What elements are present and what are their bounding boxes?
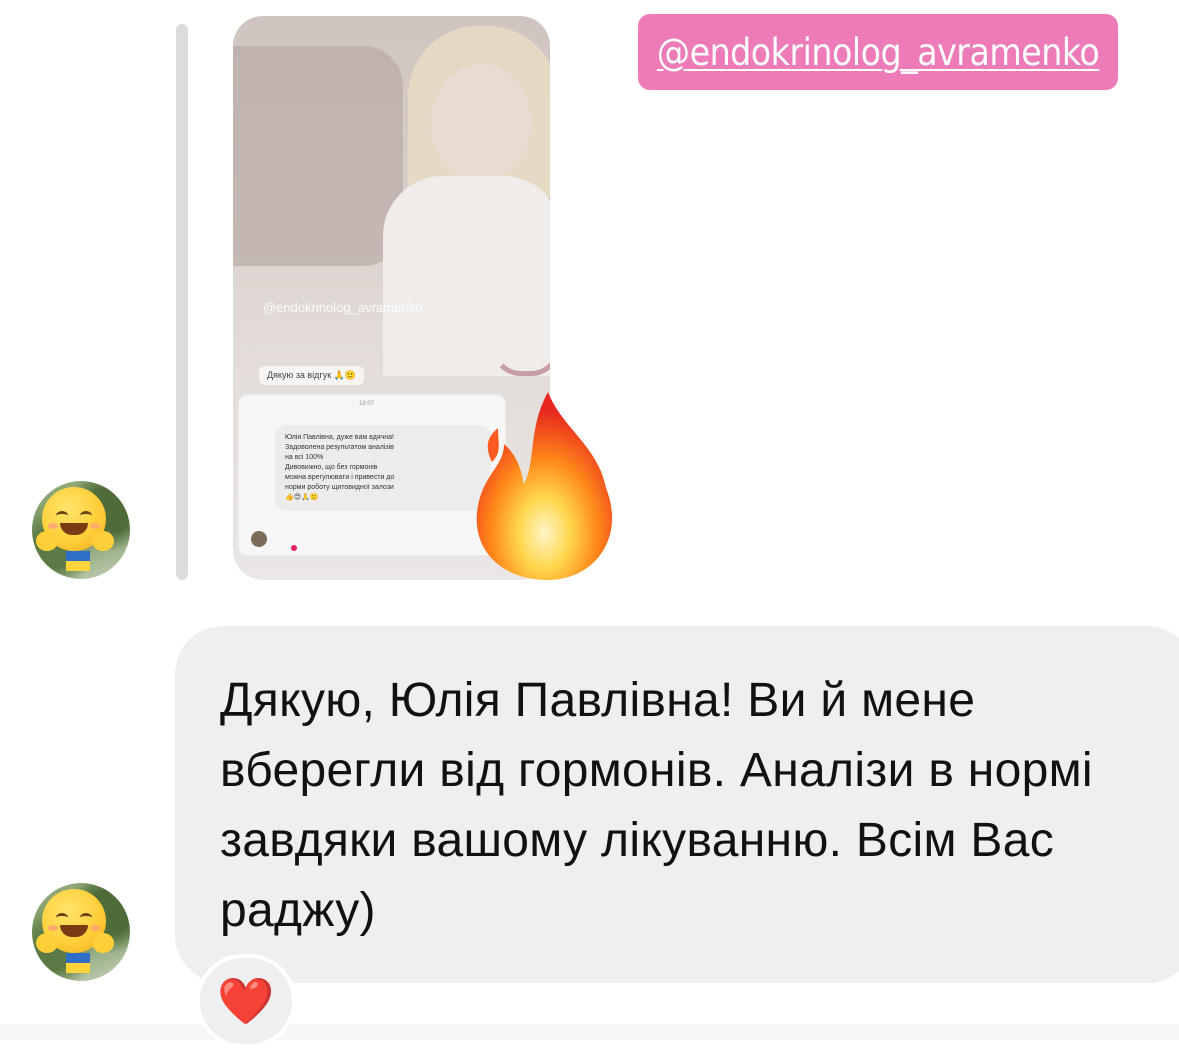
story-chat-screenshot: 18:07 Юлія Павлівна, дуже вам вдячна! За…: [238, 394, 506, 556]
story-mention-handle[interactable]: @endokrinolog_avramenko: [657, 31, 1100, 74]
message-text: Дякую, Юлія Павлівна! Ви й мене вберегли…: [220, 674, 1093, 937]
story-handle-text: @endokrinolog_avramenko: [263, 300, 423, 315]
reply-quote-line: [176, 24, 188, 580]
story-photo-stethoscope: [491, 186, 550, 376]
sender-avatar[interactable]: [32, 883, 130, 981]
story-chat-bubble: Юлія Павлівна, дуже вам вдячна! Задоволе…: [275, 425, 491, 511]
heart-icon: ❤️: [217, 975, 275, 1027]
story-chat-avatar: [251, 531, 267, 547]
message-bubble[interactable]: Дякую, Юлія Павлівна! Ви й мене вберегли…: [175, 626, 1179, 983]
message-reaction[interactable]: ❤️: [196, 954, 296, 1048]
story-mention-tag[interactable]: @endokrinolog_avramenko: [638, 14, 1118, 90]
bottom-strip: [0, 1024, 1179, 1040]
story-background-shape: [233, 46, 403, 266]
story-chat-heart-icon: [291, 545, 297, 551]
sender-avatar[interactable]: [32, 481, 130, 579]
fire-icon: [476, 392, 613, 580]
ukraine-flag-icon: [66, 551, 90, 571]
story-photo-face: [431, 64, 531, 182]
story-chat-time: 18:07: [359, 401, 375, 407]
ukraine-flag-icon: [66, 953, 90, 973]
story-thanks-text: Дякую за відгук 🙏🙂: [259, 366, 365, 385]
